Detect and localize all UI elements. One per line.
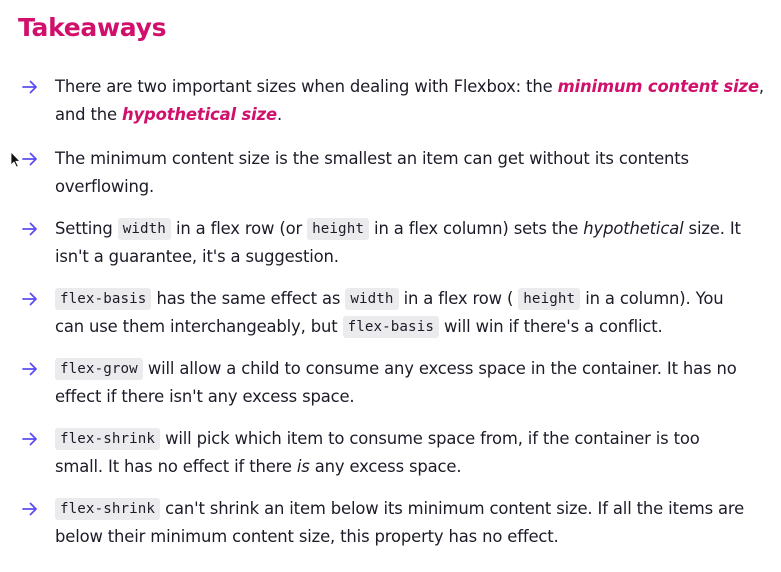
arrow-right-icon bbox=[21, 73, 39, 100]
text-segment: There are two important sizes when deali… bbox=[55, 77, 558, 96]
text-segment: can use them interchangeably, but bbox=[55, 316, 343, 336]
text-segment: small. It has no effect if there bbox=[55, 456, 297, 476]
inline-code: flex-grow bbox=[55, 358, 143, 380]
inline-code: width bbox=[117, 218, 171, 240]
arrow-right-icon bbox=[21, 495, 39, 522]
text-segment: and the bbox=[55, 104, 122, 124]
list-item-text: flex-shrink can't shrink an item below i… bbox=[55, 495, 767, 550]
text-segment: The minimum content size is the smallest… bbox=[55, 149, 689, 168]
list-item-text: flex-basis has the same effect as width … bbox=[55, 285, 767, 340]
list-item-text: flex-shrink will pick which item to cons… bbox=[55, 425, 767, 480]
arrow-right-icon bbox=[21, 425, 39, 452]
arrow-right-icon bbox=[21, 285, 39, 312]
text-segment: overflowing. bbox=[55, 176, 155, 196]
text-segment: can't shrink an item below its minimum c… bbox=[160, 499, 745, 518]
inline-code: flex-basis bbox=[342, 315, 439, 338]
italic-term: is bbox=[296, 456, 310, 476]
text-segment: isn't a guarantee, it's a suggestion. bbox=[55, 246, 339, 266]
mouse-pointer-icon bbox=[10, 151, 21, 168]
text-segment: in a flex row (or bbox=[170, 219, 308, 238]
text-segment: has the same effect as bbox=[151, 289, 346, 308]
text-segment: , bbox=[758, 77, 764, 96]
emphasis-term: minimum content size bbox=[557, 77, 760, 96]
text-segment: Setting bbox=[55, 219, 118, 238]
inline-code: height bbox=[307, 218, 369, 240]
text-segment: in a column). You bbox=[580, 289, 724, 308]
list-item-text: There are two important sizes when deali… bbox=[55, 73, 767, 128]
italic-term: hypothetical bbox=[583, 219, 684, 238]
text-segment: any excess space. bbox=[309, 456, 462, 476]
text-segment: in a flex column) sets the bbox=[368, 219, 584, 238]
emphasis-term: hypothetical size bbox=[121, 104, 277, 124]
inline-code: width bbox=[345, 288, 399, 310]
page-title: Takeaways bbox=[18, 13, 167, 42]
text-segment: will pick which item to consume space fr… bbox=[160, 429, 700, 448]
text-segment: size. It bbox=[683, 219, 741, 238]
inline-code: flex-basis bbox=[55, 288, 152, 310]
inline-code: flex-shrink bbox=[55, 498, 161, 520]
text-segment: . bbox=[276, 104, 283, 124]
text-segment: will allow a child to consume any excess… bbox=[142, 359, 737, 378]
inline-code: height bbox=[518, 288, 581, 310]
arrow-right-icon bbox=[21, 215, 39, 242]
list-item-text: The minimum content size is the smallest… bbox=[55, 145, 767, 200]
arrow-right-icon bbox=[21, 355, 39, 382]
arrow-right-icon bbox=[21, 145, 39, 172]
list-item-text: flex-grow will allow a child to consume … bbox=[55, 355, 767, 410]
text-segment: effect if there isn't any excess space. bbox=[55, 386, 355, 406]
text-segment: in a flex row ( bbox=[398, 289, 519, 308]
text-segment: below their minimum content size, this p… bbox=[55, 526, 559, 546]
list-item-text: Setting width in a flex row (or height i… bbox=[55, 215, 767, 270]
text-segment: will win if there's a conflict. bbox=[438, 316, 663, 336]
inline-code: flex-shrink bbox=[55, 428, 161, 450]
